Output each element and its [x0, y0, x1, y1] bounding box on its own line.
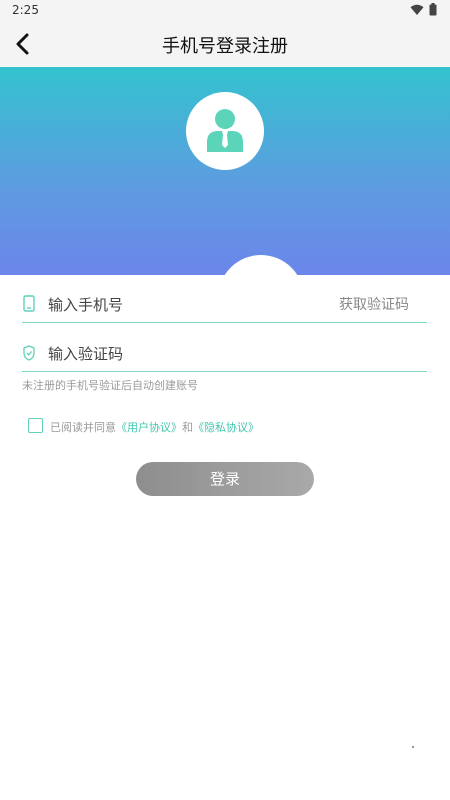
user-agreement-link[interactable]: 《用户协议》 [116, 421, 182, 434]
agreement-checkbox[interactable] [28, 418, 43, 433]
page-title: 手机号登录注册 [162, 36, 288, 57]
app-bar: 手机号登录注册 [0, 22, 450, 67]
phone-input[interactable] [46, 290, 330, 320]
status-bar: 2:25 [0, 0, 450, 22]
hero-decor-circle [218, 255, 304, 275]
avatar [186, 92, 264, 170]
hero-banner [0, 67, 450, 275]
status-icons [410, 3, 440, 17]
agreement-and: 和 [182, 421, 193, 434]
user-avatar-icon [207, 109, 243, 152]
agreement-prefix: 已阅读并同意 [50, 421, 116, 434]
phone-field: 获取验证码 [22, 288, 427, 323]
register-hint: 未注册的手机号验证后自动创建账号 [22, 379, 198, 392]
code-field [22, 337, 427, 372]
shield-icon [23, 345, 35, 361]
login-button[interactable]: 登录 [136, 462, 314, 496]
status-time: 2:25 [12, 3, 39, 17]
decorative-dot [412, 746, 414, 748]
wifi-icon [410, 4, 424, 15]
get-code-button[interactable]: 获取验证码 [339, 294, 409, 314]
code-input[interactable] [46, 339, 330, 369]
battery-icon [429, 3, 437, 16]
phone-icon [23, 295, 35, 312]
privacy-agreement-link[interactable]: 《隐私协议》 [193, 421, 259, 434]
agreement-text: 已阅读并同意《用户协议》和《隐私协议》 [50, 419, 259, 435]
